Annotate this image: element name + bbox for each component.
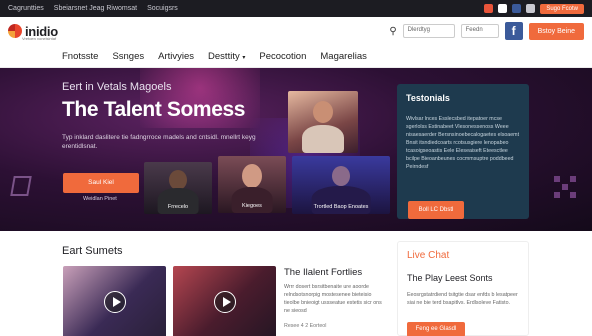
top-link-3[interactable]: Socuigsrs <box>147 5 178 12</box>
live-chat-panel: Live Chat The Play Leest Sonts Eeosrgsta… <box>397 241 529 336</box>
top-utility-bar: Cagruntties Sbeiarsnet Jeag Riwomsat Soc… <box>0 0 592 17</box>
top-cta-button[interactable]: Sugo Fcotw <box>540 3 584 14</box>
performer-tile-2[interactable]: Kiegoes <box>218 156 286 213</box>
page: Cagruntties Sbeiarsnet Jeag Riwomsat Soc… <box>0 0 592 336</box>
live-chat-title: Live Chat <box>407 250 450 261</box>
performer-head <box>169 170 187 190</box>
top-link-2[interactable]: Sbeiarsnet Jeag Riwomsat <box>54 5 137 12</box>
nav-item-3[interactable]: Artivyies <box>158 51 194 62</box>
top-link-1[interactable]: Cagruntties <box>8 5 44 12</box>
nav-item-6[interactable]: Magarelias <box>320 51 366 62</box>
nav-item-4[interactable]: Desttity ▾ <box>208 51 245 62</box>
nav-item-1[interactable]: Fnotsste <box>62 51 98 62</box>
hero-button[interactable]: Saul Kiel <box>63 173 139 193</box>
article-text: Wrrr dosert bsrsitbenaite ure aoorde rel… <box>284 284 382 314</box>
section-title: Eart Sumets <box>62 245 123 257</box>
performer-body <box>157 188 199 214</box>
tile-caption: Trortled Baop Enoates <box>313 204 369 210</box>
performer-body <box>231 187 273 213</box>
site-header: inidio Vretoen vonelsintaf ⚲ Dlerdtyg Fe… <box>0 17 592 45</box>
main-nav: Fnotsste Ssnges Artivyies Desttity ▾ Pec… <box>0 45 592 68</box>
testimonials-title: Testonials <box>406 93 450 103</box>
search-input[interactable]: Dlerdtyg <box>402 24 455 38</box>
play-icon[interactable] <box>213 291 236 313</box>
hero-button-caption: Weidlan Pinet <box>83 196 117 202</box>
header-cta-button[interactable]: Bstoy Beine <box>528 22 584 40</box>
content-section: Eart Sumets The Ilalent Fortlies Wrrr do… <box>0 231 592 336</box>
header-actions: ⚲ Dlerdtyg Feedn f Bstoy Beine <box>389 22 584 40</box>
testimonials-text: Wivlsar lnces Esslecsbed itepatoer mcse … <box>406 116 520 170</box>
performer-head <box>242 164 262 188</box>
live-chat-text: Eeosrgstatrdiend tsitgtie dsar enfds b l… <box>407 292 518 306</box>
hero-kicker: Eert in Vetals Magoels <box>62 81 172 93</box>
performer-body <box>302 125 344 153</box>
facebook-icon[interactable]: f <box>504 22 523 40</box>
video-thumbnail-1[interactable] <box>63 266 166 336</box>
article-meta: Resee 4 2 Eorteol <box>284 323 327 329</box>
testimonials-button[interactable]: Boll LC Dbstl <box>408 201 464 219</box>
testimonials-panel: Testonials Wivlsar lnces Esslecsbed itep… <box>397 84 529 219</box>
performer-tile-1[interactable]: Frrecelo <box>144 162 212 214</box>
nav-item-4-label: Desttity <box>208 50 240 62</box>
featured-performer-image[interactable] <box>288 91 358 153</box>
video-thumbnail-2[interactable] <box>173 266 276 336</box>
decorative-pixels <box>554 176 576 198</box>
tile-caption: Kiegoes <box>242 203 262 209</box>
hero-banner: Eert in Vetals Magoels The Talent Somess… <box>0 68 592 231</box>
decorative-shape <box>10 176 32 196</box>
play-icon[interactable] <box>103 291 126 313</box>
performer-tile-3[interactable]: Trortled Baop Enoates <box>292 156 390 214</box>
top-links: Cagruntties Sbeiarsnet Jeag Riwomsat Soc… <box>8 5 178 12</box>
performer-head <box>332 166 350 186</box>
logo-mark-icon <box>8 24 22 38</box>
search-icon[interactable]: ⚲ <box>389 26 396 37</box>
top-social-icons: Sugo Fcotw <box>484 3 584 14</box>
instagram-icon[interactable] <box>526 4 536 13</box>
article-title[interactable]: The Ilalent Fortlies <box>284 267 362 278</box>
twitter-icon[interactable] <box>498 4 508 13</box>
chevron-down-icon: ▾ <box>242 54 246 61</box>
live-chat-subtitle: The Play Leest Sonts <box>407 273 493 283</box>
live-chat-button[interactable]: Feng ee Glasdl <box>407 322 465 336</box>
hero-description: Typ inklard daslitere tie fadngrroce mad… <box>62 134 256 150</box>
performer-head <box>313 101 333 123</box>
category-select[interactable]: Feedn <box>460 24 499 38</box>
youtube-icon[interactable] <box>484 4 494 13</box>
hero-title: The Talent Somess <box>62 98 246 121</box>
facebook-small-icon[interactable] <box>512 4 522 13</box>
logo-tagline: Vretoen vonelsintaf <box>22 36 57 41</box>
nav-item-5[interactable]: Pecocotion <box>259 51 306 62</box>
nav-item-2[interactable]: Ssnges <box>112 51 144 62</box>
tile-caption: Frrecelo <box>167 204 189 210</box>
